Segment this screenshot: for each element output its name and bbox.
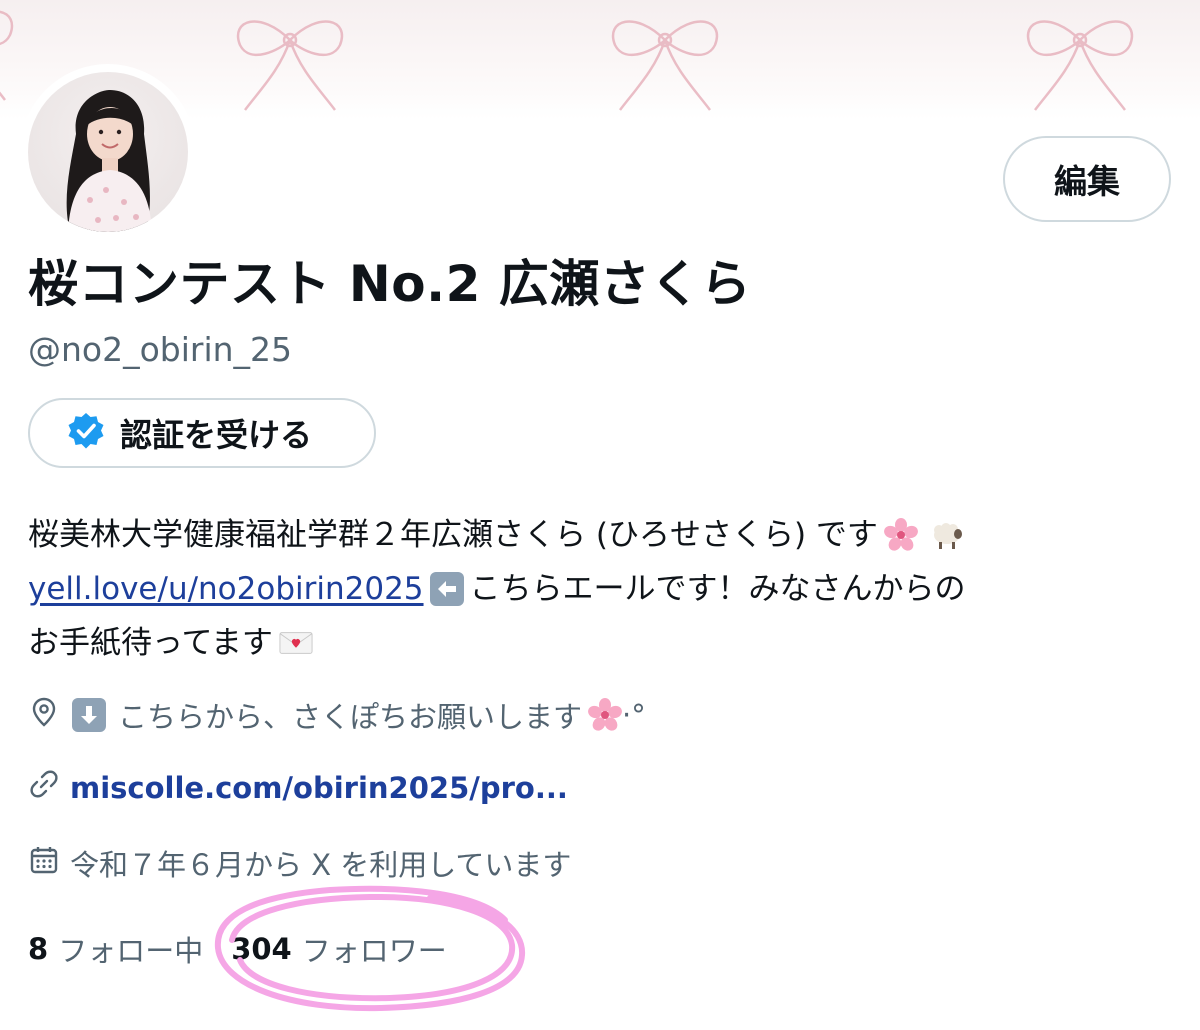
location-text: こちらから、さくぽちお願いします <box>118 700 583 734</box>
avatar[interactable] <box>20 64 196 240</box>
followers-link[interactable]: 304 フォロワー <box>231 928 447 970</box>
yell-link[interactable]: yell.love/u/no2obirin2025 <box>28 562 424 616</box>
pin-icon <box>28 696 60 735</box>
following-count: 8 <box>28 932 49 966</box>
profile-bio: 桜美林大学健康福祉学群２年広瀬さくら (ひろせさくら) です yell.love… <box>28 508 1178 670</box>
following-label: フォロー中 <box>58 934 204 968</box>
website-row: miscolle.com/obirin2025/pro... <box>28 768 568 807</box>
left-arrow-icon <box>429 572 464 606</box>
user-handle: @no2_obirin_25 <box>28 330 293 369</box>
joined-row: 令和７年６月から X を利用しています <box>28 842 571 884</box>
love-letter-icon <box>279 626 313 660</box>
cherry-blossom-icon <box>588 698 622 732</box>
following-link[interactable]: 8 フォロー中 <box>28 928 203 970</box>
location-suffix: ·° <box>622 698 646 732</box>
display-name: 桜コンテスト No.2 広瀬さくら <box>28 255 752 313</box>
bio-text-1: 桜美林大学健康福祉学群２年広瀬さくら (ひろせさくら) です <box>28 517 878 553</box>
edit-profile-button[interactable]: 編集 <box>1003 136 1171 222</box>
bio-text-3: お手紙待ってます <box>28 625 273 661</box>
verified-badge-icon <box>66 411 106 455</box>
follow-stats: 8 フォロー中 304 フォロワー <box>28 928 447 970</box>
bio-text-2: こちらエールです！みなさんからの <box>469 571 966 607</box>
joined-text: 令和７年６月から X を利用しています <box>70 848 572 882</box>
link-icon <box>28 768 60 807</box>
followers-label: フォロワー <box>301 934 447 968</box>
get-verified-button[interactable]: 認証を受ける <box>28 398 376 468</box>
down-arrow-icon <box>72 698 106 732</box>
cherry-blossom-icon <box>883 518 918 552</box>
bio-line-2: yell.love/u/no2obirin2025 こちらエールです！みなさんか… <box>28 562 1178 616</box>
calendar-icon <box>28 844 60 883</box>
followers-count: 304 <box>231 932 292 966</box>
avatar-photo <box>28 72 188 232</box>
bio-line-3: お手紙待ってます <box>28 616 1178 670</box>
sheep-icon <box>930 518 964 552</box>
website-link[interactable]: miscolle.com/obirin2025/pro... <box>70 771 568 805</box>
get-verified-label: 認証を受ける <box>120 416 313 454</box>
bio-line-1: 桜美林大学健康福祉学群２年広瀬さくら (ひろせさくら) です <box>28 508 1178 562</box>
location-row: こちらから、さくぽちお願いします ·° <box>28 694 646 736</box>
